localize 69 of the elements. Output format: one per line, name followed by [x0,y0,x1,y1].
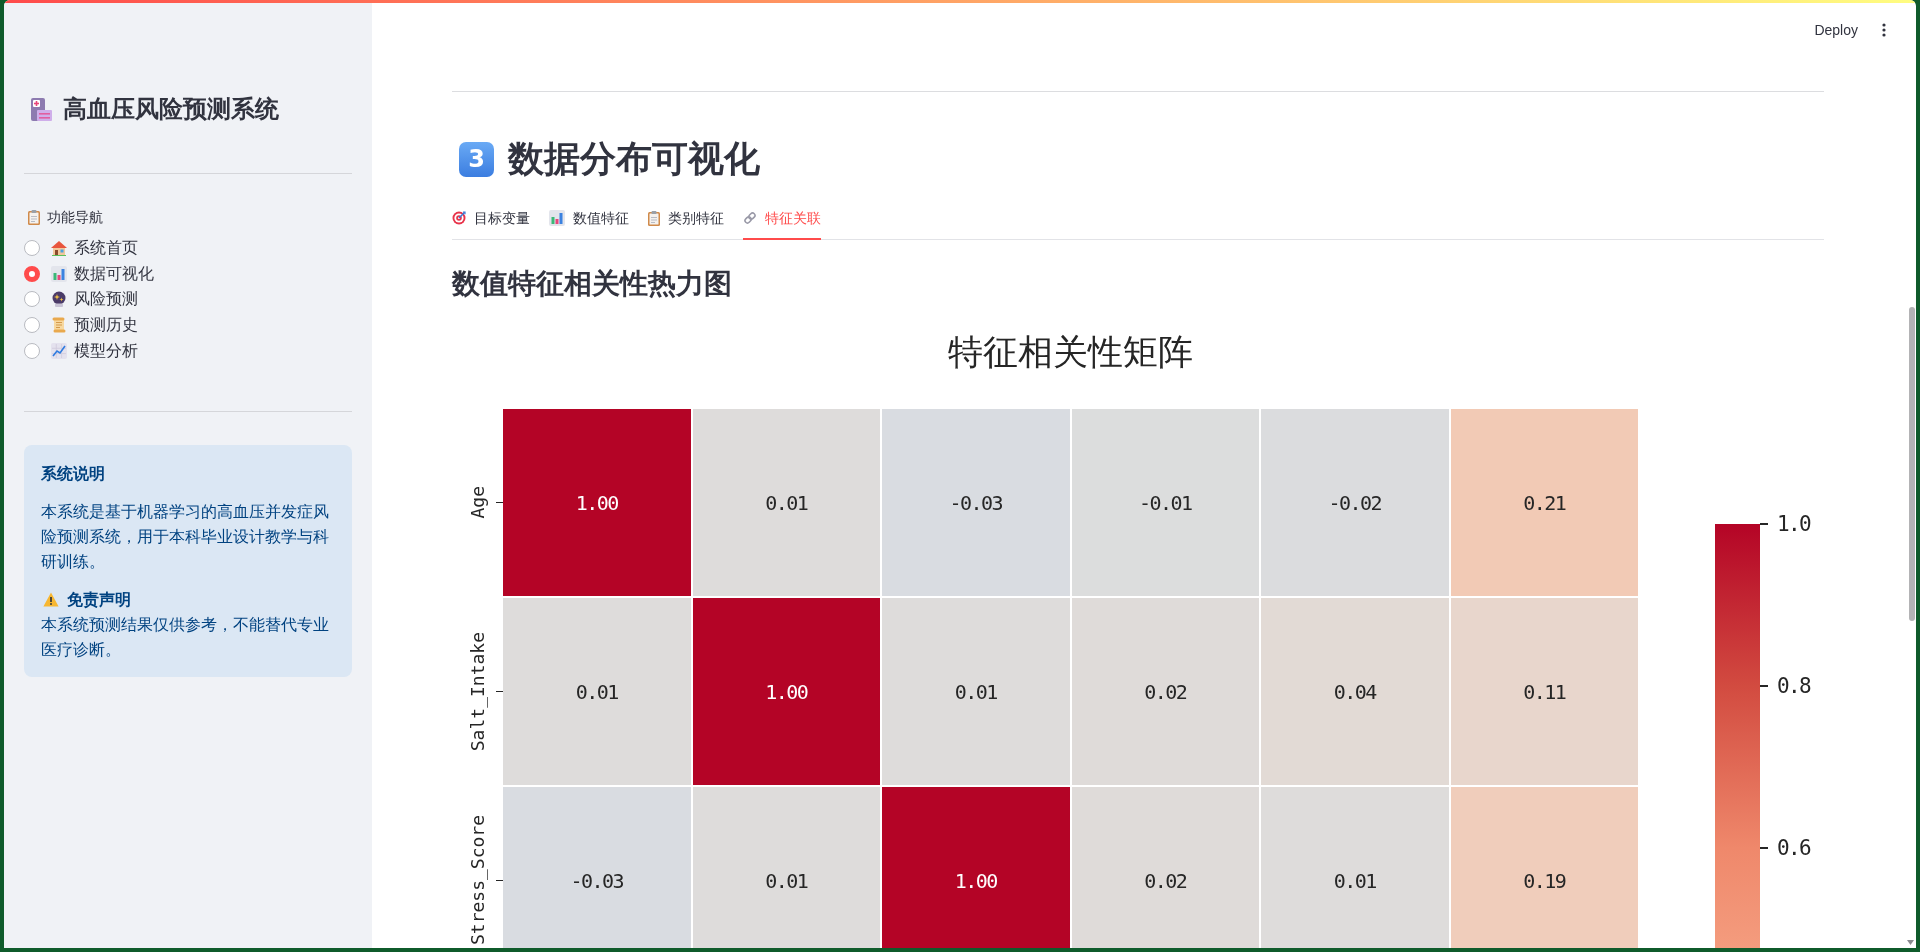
axis-label: Age [466,486,489,519]
colorbar-tick-label: 1.0 [1777,511,1811,537]
line-chart-icon [51,343,67,360]
heatmap-cell: 0.02 [1071,787,1259,948]
bar-chart-icon [549,210,565,226]
colorbar-tick-label: 0.8 [1777,673,1811,699]
heatmap-cell: 1.00 [503,409,691,596]
heatmap-cell: -0.01 [1071,409,1259,596]
heatmap-cell: 0.01 [692,787,880,948]
heatmap-cell: 0.19 [1450,787,1638,948]
target-icon [452,211,466,225]
tab[interactable]: 类别特征 [648,199,724,240]
colorbar-tick-label: 0.6 [1777,835,1811,861]
radio-button[interactable] [24,265,40,282]
radio-button[interactable] [24,291,40,308]
clipboard-icon [648,210,660,226]
deploy-button[interactable]: Deploy [1806,16,1866,44]
heatmap-cell: 0.01 [882,598,1070,785]
nav-label: 功能导航 [47,208,103,227]
heatmap-cell: 0.01 [692,409,880,596]
nav-option-label[interactable]: 系统首页 [74,237,138,258]
heatmap-cell: 0.11 [1450,598,1638,785]
axis-label: Salt_Intake [466,631,489,752]
tick-mark [496,879,503,882]
tab[interactable]: 数值特征 [549,199,629,240]
clipboard-icon [28,209,40,225]
hospital-icon [31,97,52,121]
axis-label: Stress_Score [466,815,489,946]
heatmap-cell: 1.00 [882,787,1070,948]
number-badge: 3 [459,141,494,177]
radio-button[interactable] [24,317,40,334]
nav-option-label[interactable]: 数据可视化 [74,263,154,284]
subheader: 数值特征相关性热力图 [452,267,733,301]
chart-title: 特征相关性矩阵 [948,331,1193,374]
disclaimer-title: 免责声明 [67,590,131,611]
crystal-ball-icon [51,291,67,308]
tick-mark [1760,685,1768,687]
heatmap-cell: 1.00 [692,598,880,785]
heatmap-cell: -0.02 [1261,409,1449,596]
app-title: 高血压风险预测系统 [63,94,279,124]
scroll-icon [51,317,67,334]
radio-button[interactable] [24,239,40,256]
heatmap-cell: 0.04 [1261,598,1449,785]
house-icon [51,239,67,256]
scroll-down-icon[interactable] [1907,940,1914,945]
disclaimer-text: 本系统预测结果仅供参考，不能替代专业医疗诊断。 [41,615,330,660]
info-text: 本系统是基于机器学习的高血压并发症风险预测系统，用于本科毕业设计教学与科研训练。 [41,502,330,572]
scrollbar-thumb[interactable] [1909,307,1915,621]
heatmap-cell: 0.21 [1450,409,1638,596]
more-options-icon [1882,23,1886,37]
tick-mark [1760,523,1768,525]
tick-mark [496,501,503,504]
nav-option-label[interactable]: 风险预测 [74,289,138,310]
radio-button[interactable] [24,343,40,360]
nav-option-label[interactable]: 模型分析 [74,341,138,362]
tab[interactable]: 目标变量 [452,199,530,240]
nav-option-label[interactable]: 预测历史 [74,315,138,336]
heatmap-cell: 0.02 [1071,598,1259,785]
tick-mark [1760,847,1768,849]
tick-mark [496,690,503,693]
info-title: 系统说明 [41,464,106,484]
link-icon [743,211,757,225]
warning-icon [43,592,59,607]
bar-chart-icon [51,265,67,282]
heatmap-cell: 0.01 [503,598,691,785]
section-title: 数据分布可视化 [508,137,760,181]
heatmap-cell: 0.01 [1261,787,1449,948]
heatmap-cell: -0.03 [882,409,1070,596]
heatmap-cell: -0.03 [503,787,691,948]
